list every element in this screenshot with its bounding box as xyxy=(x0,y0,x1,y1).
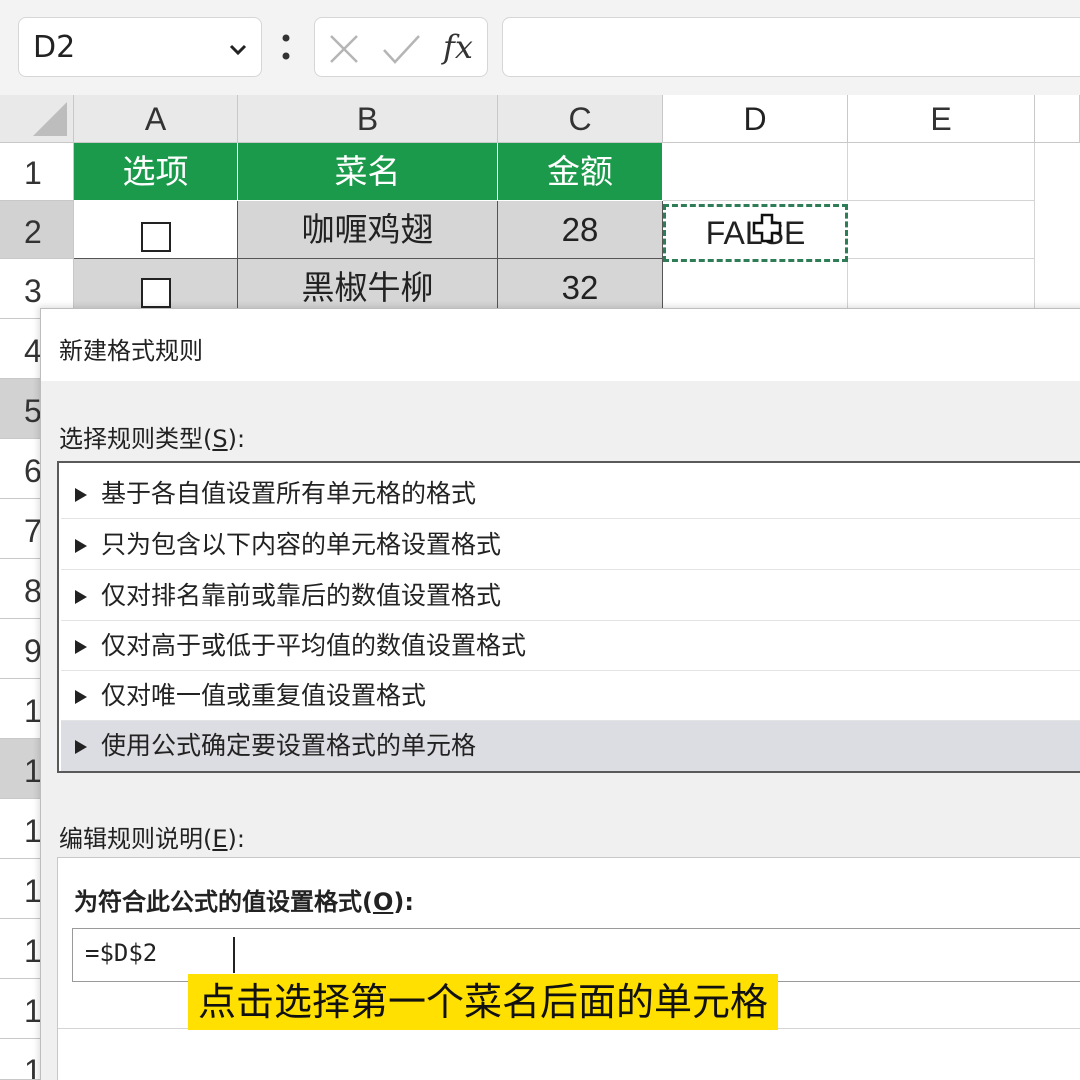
column-header-f[interactable] xyxy=(1035,95,1080,143)
triangle-right-icon xyxy=(75,539,87,553)
dialog-titlebar[interactable]: 新建格式规则 xyxy=(41,309,1080,381)
cell-cursor-icon xyxy=(752,213,782,243)
cancel-icon[interactable] xyxy=(327,32,361,66)
rule-type-list[interactable]: 基于各自值设置所有单元格的格式 只为包含以下内容的单元格设置格式 仅对排名靠前或… xyxy=(57,461,1080,773)
cell-b2[interactable]: 咖喱鸡翅 xyxy=(238,201,498,259)
triangle-right-icon xyxy=(75,640,87,654)
header-cell-option[interactable]: 选项 xyxy=(74,143,238,201)
insert-function-icon[interactable]: fx xyxy=(443,28,473,66)
more-options-icon[interactable] xyxy=(280,30,292,64)
column-header-d[interactable]: D xyxy=(663,95,848,143)
cell-a2[interactable] xyxy=(74,201,238,259)
checkbox[interactable] xyxy=(140,277,171,308)
cell-d1[interactable] xyxy=(663,143,848,201)
cell-c3[interactable]: 32 xyxy=(498,259,663,309)
triangle-right-icon xyxy=(75,590,87,604)
triangle-right-icon xyxy=(75,690,87,704)
text-caret xyxy=(233,937,235,973)
rule-type-item[interactable]: 基于各自值设置所有单元格的格式 xyxy=(61,469,1080,519)
row-header-2[interactable]: 2 xyxy=(0,201,74,259)
name-box[interactable]: D2 xyxy=(18,17,262,77)
column-header-a[interactable]: A xyxy=(74,95,238,143)
cell-d3[interactable] xyxy=(663,259,848,309)
cell-e3[interactable] xyxy=(848,259,1035,309)
column-header-b[interactable]: B xyxy=(238,95,498,143)
formula-tools: fx xyxy=(314,17,488,77)
video-subtitle: 点击选择第一个菜名后面的单元格 xyxy=(188,974,779,1030)
cell-e1[interactable] xyxy=(848,143,1035,201)
new-formatting-rule-dialog: 新建格式规则 选择规则类型(S): 基于各自值设置所有单元格的格式 只为包含以下… xyxy=(40,308,1080,1080)
cell-b3[interactable]: 黑椒牛柳 xyxy=(238,259,498,309)
row-header-1[interactable]: 1 xyxy=(0,143,74,201)
checkbox[interactable] xyxy=(140,221,171,252)
chevron-down-icon[interactable] xyxy=(227,38,249,60)
formula-input[interactable] xyxy=(502,17,1080,77)
rule-type-item[interactable]: 仅对排名靠前或靠后的数值设置格式 xyxy=(61,571,1080,621)
rule-type-item-selected[interactable]: 使用公式确定要设置格式的单元格 xyxy=(61,721,1080,771)
header-cell-dish[interactable]: 菜名 xyxy=(238,143,498,201)
formula-bar: D2 fx xyxy=(0,0,1080,95)
rule-type-item[interactable]: 只为包含以下内容的单元格设置格式 xyxy=(61,520,1080,570)
column-header-e[interactable]: E xyxy=(848,95,1035,143)
confirm-icon[interactable] xyxy=(381,32,421,66)
select-all-button[interactable] xyxy=(0,95,74,143)
triangle-right-icon xyxy=(75,488,87,502)
rule-description-panel: 为符合此公式的值设置格式(O): =$D$2 xyxy=(57,857,1080,1080)
formula-format-label: 为符合此公式的值设置格式(O): xyxy=(74,888,414,916)
name-box-value: D2 xyxy=(33,30,76,65)
column-header-c[interactable]: C xyxy=(498,95,663,143)
cell-a3[interactable] xyxy=(74,259,238,309)
cell-e2[interactable] xyxy=(848,201,1035,259)
header-cell-amount[interactable]: 金额 xyxy=(498,143,663,201)
edit-rule-description-label: 编辑规则说明(E): xyxy=(59,825,245,853)
excel-window: D2 fx A B C D E 1 2 3 4 5 6 7 8 9 1 1 1 … xyxy=(0,0,1080,1080)
select-rule-type-label: 选择规则类型(S): xyxy=(59,425,246,453)
dialog-title: 新建格式规则 xyxy=(59,337,203,365)
rule-type-item[interactable]: 仅对高于或低于平均值的数值设置格式 xyxy=(61,621,1080,671)
triangle-right-icon xyxy=(75,740,87,754)
cell-c2[interactable]: 28 xyxy=(498,201,663,259)
rule-formula-value: =$D$2 xyxy=(85,939,158,967)
rule-type-item[interactable]: 仅对唯一值或重复值设置格式 xyxy=(61,671,1080,721)
